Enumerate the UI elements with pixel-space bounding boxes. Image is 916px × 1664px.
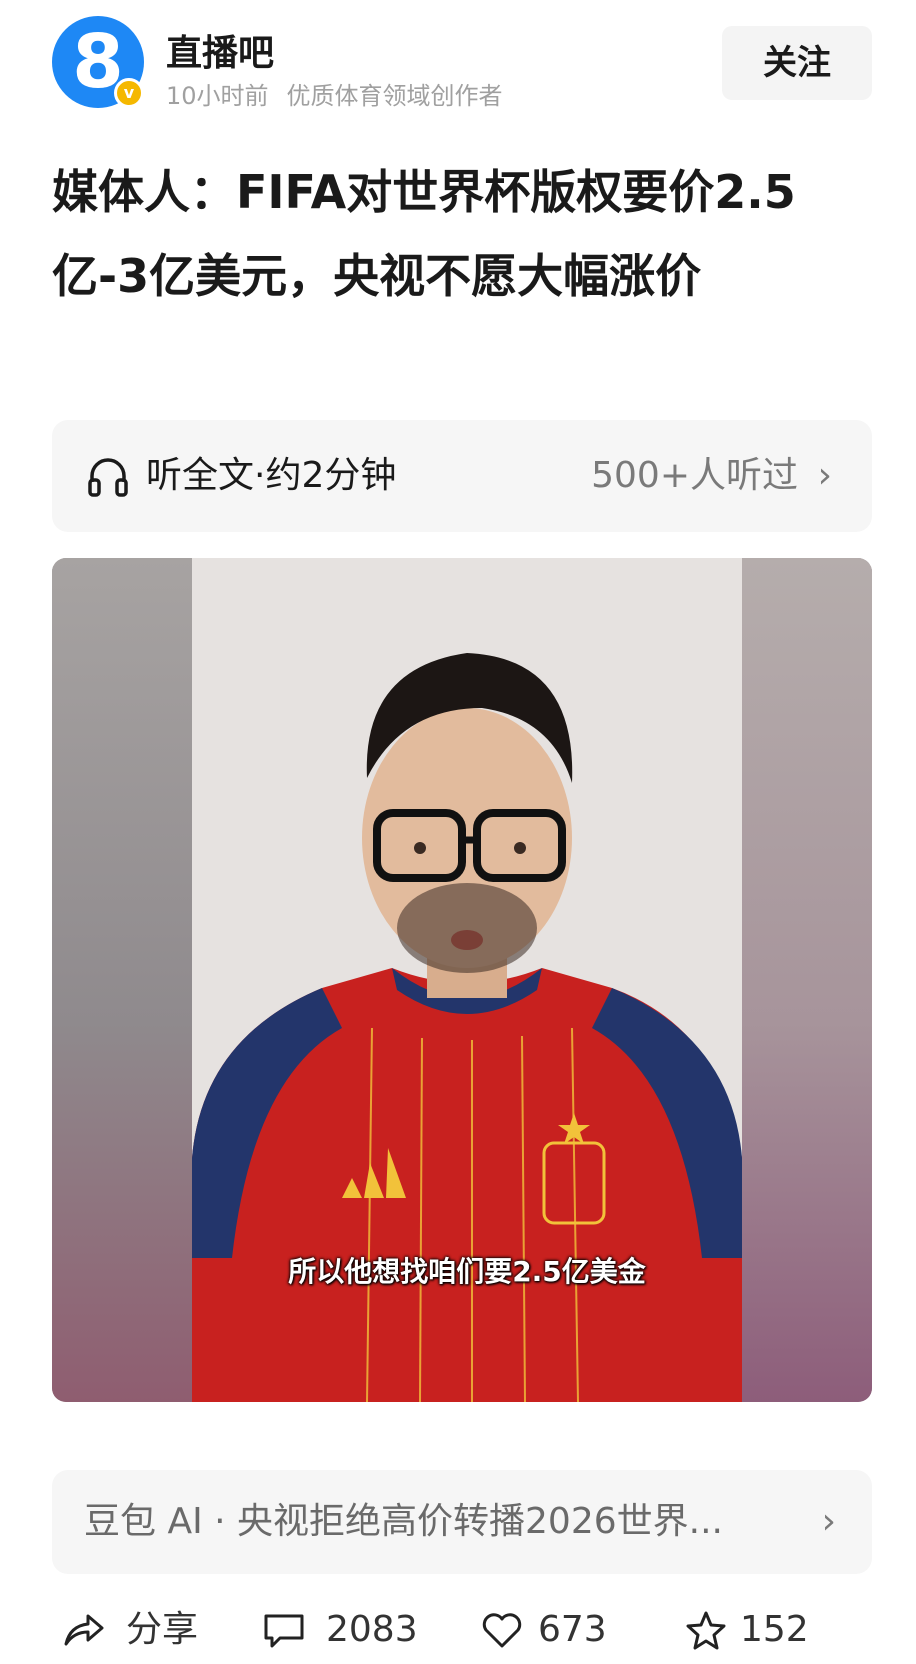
author-name[interactable]: 直播吧 bbox=[166, 24, 274, 76]
author-avatar[interactable]: 8 v bbox=[52, 16, 144, 108]
comment-icon bbox=[264, 1614, 304, 1648]
favorite-button[interactable]: 152 bbox=[684, 1598, 824, 1664]
follow-button[interactable]: 关注 bbox=[722, 26, 872, 100]
ai-summary-text: 豆包 AI · 央视拒绝高价转播2026世界... bbox=[84, 1501, 723, 1542]
video-blur-left bbox=[52, 558, 192, 1402]
video-subtitle: 所以他想找咱们要2.5亿美金 bbox=[288, 1255, 646, 1288]
video-blur-right bbox=[742, 558, 872, 1402]
article-title: 媒体人：FIFA对世界杯版权要价2.5亿-3亿美元，央视不愿大幅涨价 bbox=[52, 165, 796, 303]
listen-count: 500+人听过 bbox=[591, 455, 798, 496]
post-header: 8 v 直播吧 10小时前 优质体育领域创作者 关注 bbox=[52, 16, 872, 116]
share-button[interactable]: 分享 bbox=[62, 1598, 212, 1664]
star-icon bbox=[686, 1611, 726, 1650]
headphones-icon bbox=[88, 458, 128, 497]
comment-button[interactable]: 2083 bbox=[262, 1598, 418, 1664]
ai-summary-bar[interactable]: 豆包 AI · 央视拒绝高价转播2026世界... › bbox=[52, 1470, 872, 1574]
comment-count: 2083 bbox=[326, 1609, 418, 1650]
verified-badge-icon: v bbox=[114, 78, 144, 108]
video-player[interactable]: 所以他想找咱们要2.5亿美金 bbox=[52, 558, 872, 1402]
chevron-right-icon: › bbox=[817, 455, 832, 496]
author-tag: 优质体育领域创作者 bbox=[286, 82, 503, 110]
post-meta: 10小时前 优质体育领域创作者 bbox=[166, 76, 503, 111]
like-count: 673 bbox=[538, 1609, 607, 1650]
heart-icon bbox=[482, 1613, 522, 1648]
share-label: 分享 bbox=[126, 1609, 199, 1650]
listen-full-text-bar[interactable]: 听全文·约2分钟 500+人听过 › bbox=[52, 420, 872, 532]
listen-label: 听全文·约2分钟 bbox=[146, 455, 397, 496]
favorite-count: 152 bbox=[740, 1609, 809, 1650]
like-button[interactable]: 673 bbox=[480, 1598, 620, 1664]
chevron-right-icon: › bbox=[821, 1501, 836, 1542]
video-frame: 所以他想找咱们要2.5亿美金 bbox=[192, 558, 742, 1402]
post-time: 10小时前 bbox=[166, 82, 269, 110]
action-bar: 分享 2083 673 152 bbox=[0, 1598, 916, 1664]
share-icon bbox=[64, 1614, 104, 1646]
